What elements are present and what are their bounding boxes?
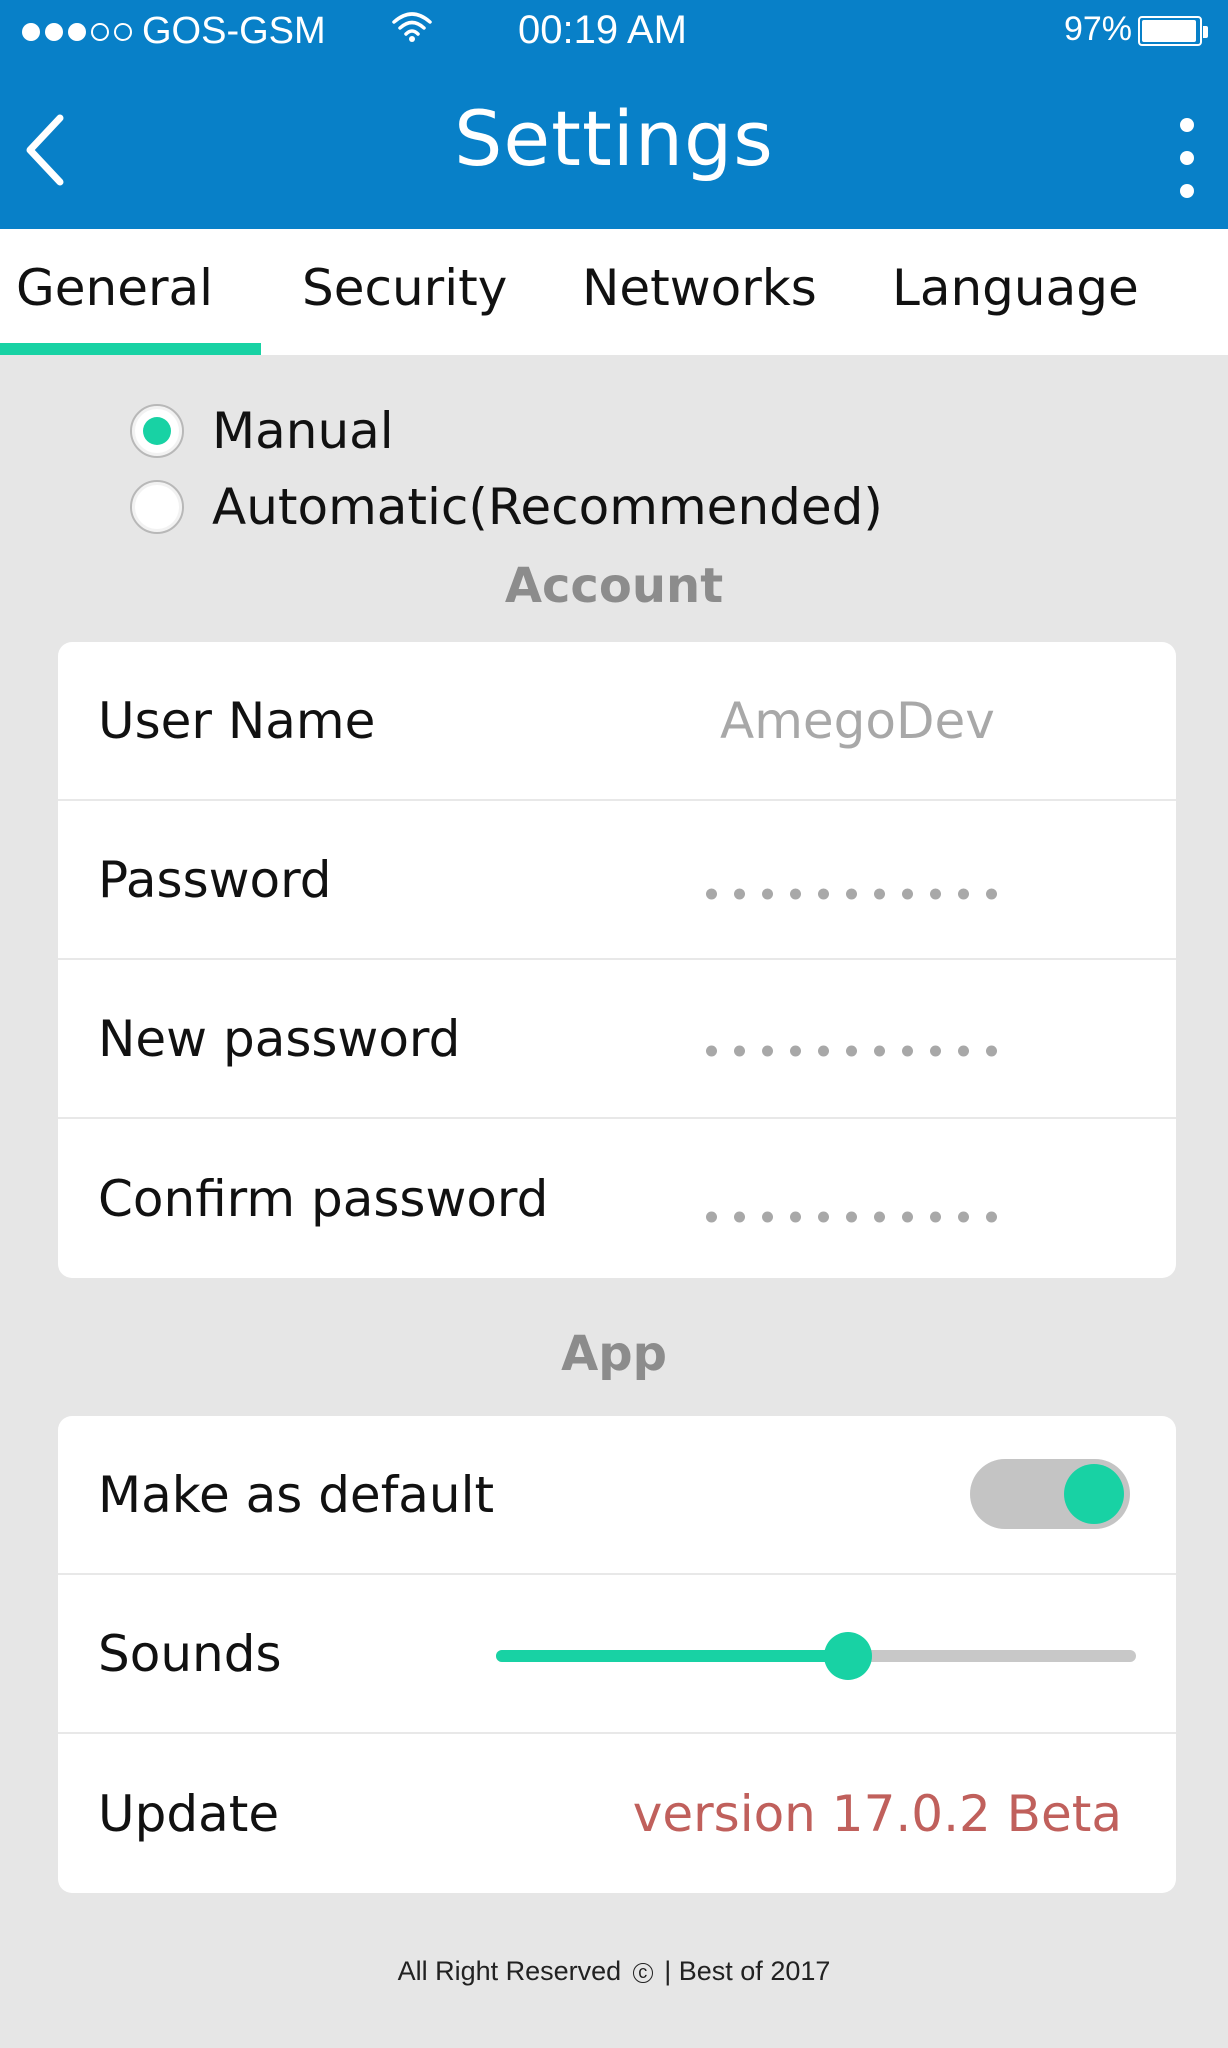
mask-dot bbox=[790, 1045, 801, 1056]
app-card: Make as default Sounds Update version 17… bbox=[58, 1416, 1176, 1893]
mask-dot bbox=[986, 1045, 997, 1056]
sounds-row: Sounds bbox=[58, 1575, 1176, 1734]
footer-year: Best of 2017 bbox=[678, 1956, 831, 1986]
more-vertical-icon[interactable] bbox=[1172, 118, 1202, 198]
mask-dot bbox=[902, 1045, 913, 1056]
mask-dot bbox=[930, 1045, 941, 1056]
make-default-toggle[interactable] bbox=[970, 1459, 1130, 1529]
slider-thumb[interactable] bbox=[824, 1632, 872, 1680]
tab-indicator bbox=[0, 343, 261, 355]
mask-dot bbox=[734, 888, 745, 899]
footer-rights: All Right Reserved bbox=[397, 1956, 622, 1986]
tab-language[interactable]: Language bbox=[892, 259, 1139, 317]
mask-dot bbox=[874, 1211, 885, 1222]
page-title: Settings bbox=[454, 94, 774, 183]
mask-dot bbox=[846, 1211, 857, 1222]
mask-dot bbox=[790, 888, 801, 899]
new-password-label: New password bbox=[98, 1009, 461, 1068]
mask-dot bbox=[734, 1045, 745, 1056]
slider-fill bbox=[496, 1650, 848, 1662]
make-default-label: Make as default bbox=[98, 1465, 495, 1524]
mask-dot bbox=[846, 888, 857, 899]
mask-dot bbox=[846, 1045, 857, 1056]
tab-networks[interactable]: Networks bbox=[582, 259, 817, 317]
footer: All Right Reserved c | Best of 2017 bbox=[0, 1956, 1228, 1987]
version-link[interactable]: version 17.0.2 Beta bbox=[633, 1785, 1122, 1843]
toggle-knob bbox=[1064, 1464, 1124, 1524]
mask-dot bbox=[958, 1045, 969, 1056]
user-name-field[interactable]: AmegoDev bbox=[720, 692, 995, 750]
mask-dot bbox=[734, 1211, 745, 1222]
password-label: Password bbox=[98, 850, 332, 909]
mask-dot bbox=[762, 888, 773, 899]
mask-dot bbox=[874, 1045, 885, 1056]
mask-dot bbox=[958, 888, 969, 899]
mask-dot bbox=[790, 1211, 801, 1222]
mask-dot bbox=[930, 888, 941, 899]
confirm-password-row: Confirm password bbox=[58, 1119, 1176, 1278]
confirm-password-label: Confirm password bbox=[98, 1169, 549, 1228]
radio-label: Manual bbox=[212, 402, 394, 460]
update-row: Update version 17.0.2 Beta bbox=[58, 1734, 1176, 1893]
make-default-row: Make as default bbox=[58, 1416, 1176, 1575]
new-password-field[interactable] bbox=[706, 1045, 997, 1056]
account-card: User Name AmegoDev Password New password… bbox=[58, 642, 1176, 1278]
radio-label: Automatic(Recommended) bbox=[212, 478, 883, 536]
mask-dot bbox=[930, 1211, 941, 1222]
sounds-slider[interactable] bbox=[496, 1632, 1136, 1680]
app-bar: Settings bbox=[0, 66, 1228, 229]
radio-option-automatic[interactable]: Automatic(Recommended) bbox=[130, 478, 883, 536]
mask-dot bbox=[874, 888, 885, 899]
status-bar: GOS-GSM 00:19 AM 97% bbox=[0, 0, 1228, 66]
radio-button[interactable] bbox=[130, 480, 184, 534]
mask-dot bbox=[818, 1211, 829, 1222]
tab-bar: General Security Networks Language bbox=[0, 229, 1228, 355]
clock: 00:19 AM bbox=[517, 8, 687, 52]
mask-dot bbox=[706, 1045, 717, 1056]
mask-dot bbox=[706, 1211, 717, 1222]
copyright-icon: c bbox=[632, 1962, 653, 1983]
mask-dot bbox=[818, 888, 829, 899]
radio-button[interactable] bbox=[130, 404, 184, 458]
mask-dot bbox=[818, 1045, 829, 1056]
password-field[interactable] bbox=[706, 888, 997, 899]
user-name-label: User Name bbox=[98, 691, 376, 750]
mask-dot bbox=[902, 1211, 913, 1222]
mask-dot bbox=[762, 1045, 773, 1056]
confirm-password-field[interactable] bbox=[706, 1211, 997, 1222]
new-password-row: New password bbox=[58, 960, 1176, 1119]
radio-option-manual[interactable]: Manual bbox=[130, 402, 394, 460]
section-title-account: Account bbox=[504, 558, 724, 614]
tab-security[interactable]: Security bbox=[302, 259, 507, 317]
section-title-app: App bbox=[561, 1326, 667, 1382]
battery-fill bbox=[1142, 20, 1197, 42]
password-row: Password bbox=[58, 801, 1176, 960]
mask-dot bbox=[986, 888, 997, 899]
mask-dot bbox=[902, 888, 913, 899]
update-label: Update bbox=[98, 1784, 280, 1843]
footer-separator: | bbox=[664, 1956, 672, 1986]
tab-general[interactable]: General bbox=[16, 259, 213, 317]
mask-dot bbox=[986, 1211, 997, 1222]
battery-icon bbox=[1138, 16, 1208, 46]
mask-dot bbox=[762, 1211, 773, 1222]
user-name-row: User Name AmegoDev bbox=[58, 642, 1176, 801]
battery-percent: 97% bbox=[1063, 10, 1132, 48]
sounds-label: Sounds bbox=[98, 1624, 282, 1683]
mask-dot bbox=[706, 888, 717, 899]
mask-dot bbox=[958, 1211, 969, 1222]
